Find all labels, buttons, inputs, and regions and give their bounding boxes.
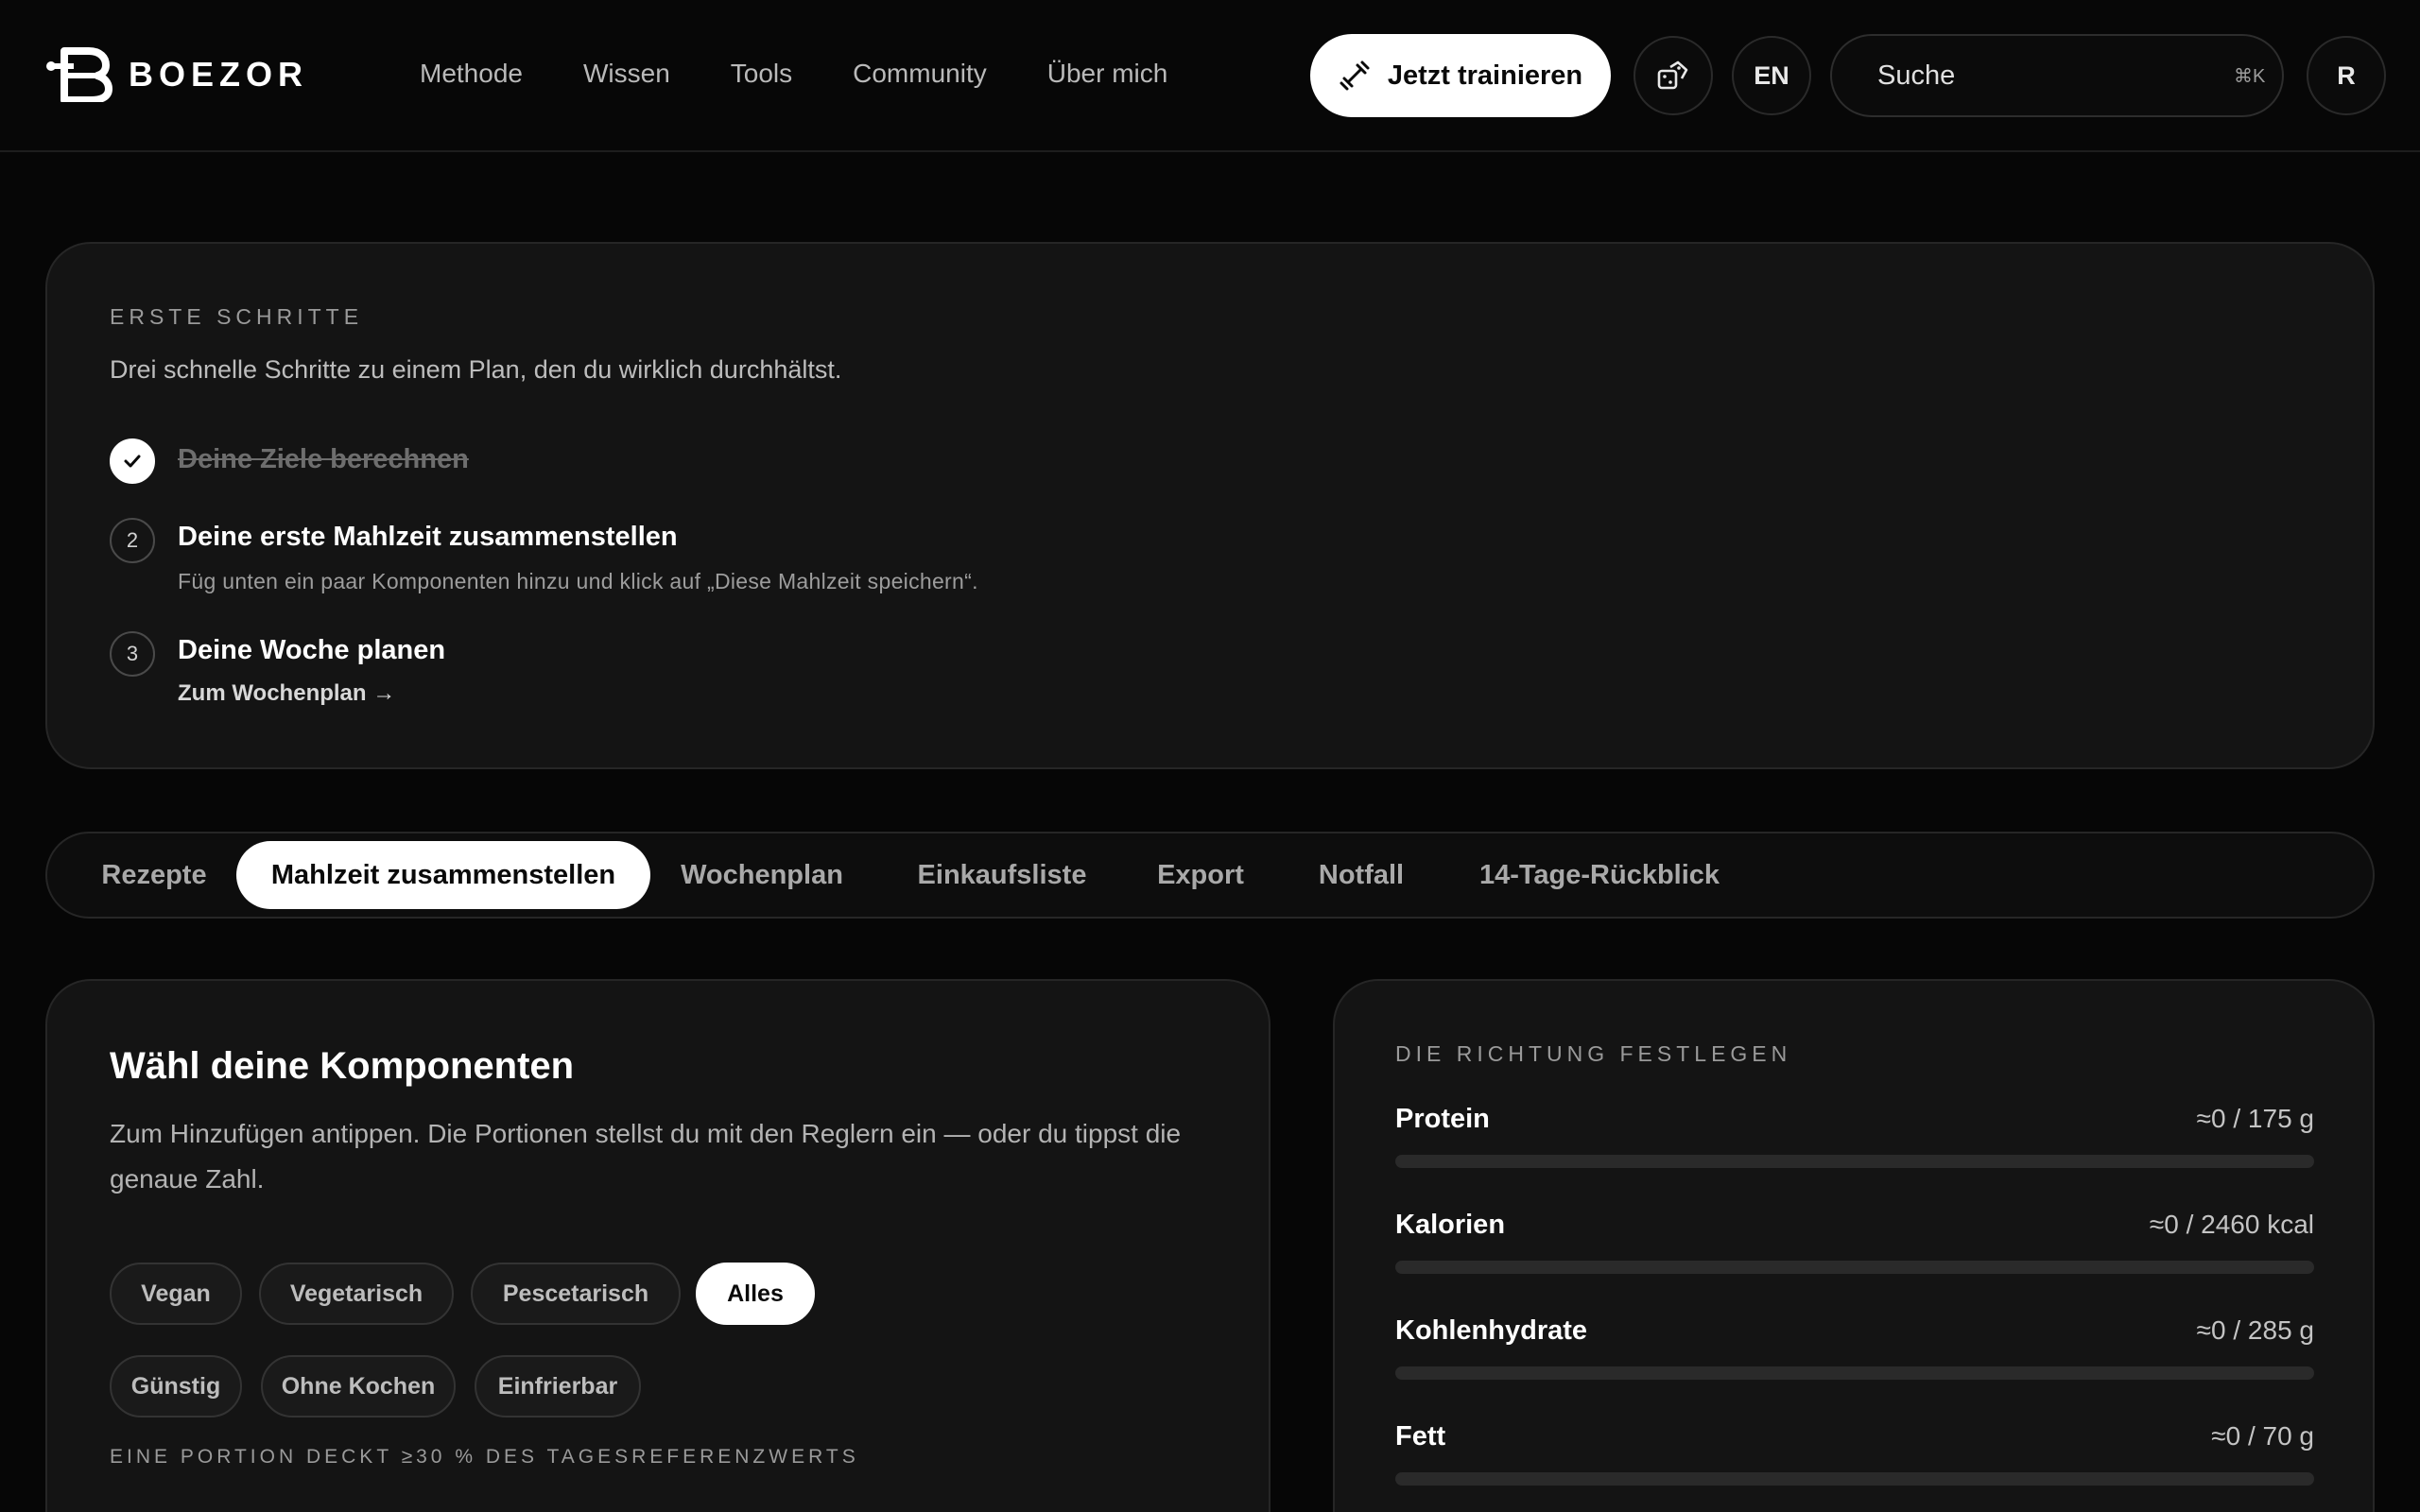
dumbbell-icon [1340,60,1370,91]
checkmark-icon [124,455,141,468]
nav-methode[interactable]: Methode [420,59,523,89]
tab-mahlzeit-zusammenstellen[interactable]: Mahlzeit zusammenstellen [236,841,650,909]
macro-label: Kalorien [1395,1210,1506,1240]
getting-started-card: ERSTE SCHRITTE Drei schnelle Schritte zu… [45,242,2375,769]
step-number-marker: 3 [110,631,155,677]
user-avatar[interactable]: R [2307,36,2386,115]
planner-tabs: Rezepte Mahlzeit zusammenstellen Wochenp… [45,832,2375,919]
step-title: Deine erste Mahlzeit zusammenstellen [178,522,678,552]
components-card: Wähl deine Komponenten Zum Hinzufügen an… [45,979,1270,1512]
search-input[interactable] [1877,60,2234,92]
train-now-button[interactable]: Jetzt trainieren [1310,34,1611,117]
tab-notfall[interactable]: Notfall [1314,841,1409,909]
search-bar[interactable]: ⌘K [1830,34,2284,117]
filter-chip-ohne-kochen[interactable]: Ohne Kochen [261,1355,456,1418]
step-number-marker: 2 [110,518,155,563]
site-header: BOEZOR Methode Wissen Tools Community Üb… [0,0,2420,152]
macro-value: ≈0 / 2460 kcal [2149,1210,2314,1239]
macro-label: Fett [1395,1421,1446,1452]
filter-chip-pescetarisch[interactable]: Pescetarisch [471,1263,681,1325]
main-nav: Methode Wissen Tools Community Über mich [420,59,1228,89]
direction-eyebrow: DIE RICHTUNG FESTLEGEN [1395,1041,1792,1066]
macro-progress-bar [1395,1472,2314,1486]
nav-community[interactable]: Community [853,59,987,89]
brand-logo[interactable]: BOEZOR [45,47,308,102]
step-hint: Füg unten ein paar Komponenten hinzu und… [178,569,978,593]
filter-chip-einfrierbar[interactable]: Einfrierbar [475,1355,641,1418]
macro-label: Kohlenhydrate [1395,1315,1588,1346]
filter-chip-guenstig[interactable]: Günstig [110,1355,242,1418]
getting-started-subtitle: Drei schnelle Schritte zu einem Plan, de… [110,355,842,384]
macro-value: ≈0 / 70 g [2211,1421,2314,1451]
macro-value: ≈0 / 175 g [2196,1104,2314,1133]
tab-14-tage-rueckblick[interactable]: 14-Tage-Rückblick [1477,841,1722,909]
components-title: Wähl deine Komponenten [110,1045,575,1087]
filter-chip-vegetarisch[interactable]: Vegetarisch [259,1263,454,1325]
step-check-marker [110,438,155,484]
brand-name: BOEZOR [129,55,309,94]
nav-tools[interactable]: Tools [731,59,792,89]
language-toggle[interactable]: EN [1732,36,1811,115]
tab-einkaufsliste[interactable]: Einkaufsliste [917,841,1087,909]
filter-chip-alles[interactable]: Alles [696,1263,815,1325]
getting-started-eyebrow: ERSTE SCHRITTE [110,304,364,329]
macro-progress-bar [1395,1366,2314,1380]
macro-progress-bar [1395,1155,2314,1168]
tab-export[interactable]: Export [1153,841,1248,909]
search-shortcut: ⌘K [2234,65,2266,87]
dice-button[interactable] [1634,36,1713,115]
step-title: Deine Ziele berechnen [178,444,469,474]
macro-progress-bar [1395,1261,2314,1274]
weekly-plan-link[interactable]: Zum Wochenplan → [178,680,395,707]
components-description: Zum Hinzufügen antippen. Die Portionen s… [110,1119,1182,1194]
nav-wissen[interactable]: Wissen [583,59,670,89]
tab-rezepte[interactable]: Rezepte [95,841,214,909]
nav-ueber-mich[interactable]: Über mich [1047,59,1168,89]
macro-value: ≈0 / 285 g [2196,1315,2314,1345]
train-now-label: Jetzt trainieren [1387,60,1583,91]
macro-label: Protein [1395,1104,1490,1134]
dice-icon [1657,60,1688,90]
logo-mark-icon [46,47,112,102]
direction-card: DIE RICHTUNG FESTLEGEN Protein ≈0 / 175 … [1333,979,2375,1512]
coverage-eyebrow: EINE PORTION DECKT ≥30 % DES TAGESREFERE… [110,1446,859,1468]
filter-chip-vegan[interactable]: Vegan [110,1263,242,1325]
tab-wochenplan[interactable]: Wochenplan [681,841,843,909]
step-title: Deine Woche planen [178,635,446,665]
